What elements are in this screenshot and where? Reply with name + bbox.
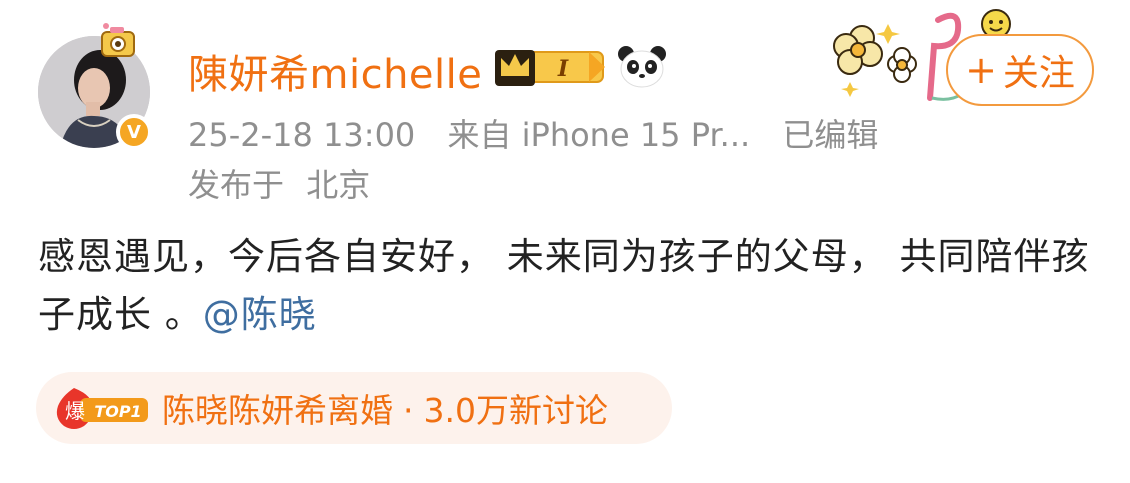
plus-icon: + (965, 48, 997, 92)
edited-label[interactable]: 已编辑 (782, 116, 878, 154)
post-source: 来自 iPhone 15 Pr... (447, 116, 751, 154)
post-content: 感恩遇见，今后各自安好， 未来同为孩子的父母， 共同陪伴孩子成长 。@陈晓 (38, 228, 1098, 344)
follow-button[interactable]: + 关注 (946, 34, 1094, 106)
username[interactable]: 陳妍希michelle (188, 42, 482, 100)
post-text: 感恩遇见，今后各自安好， 未来同为孩子的父母， 共同陪伴孩子成长 。 (38, 235, 1090, 336)
topic-text-container: 陈晓陈妍希离婚 · 3.0万新讨论 (162, 384, 608, 432)
topic-separator: · (403, 391, 414, 430)
camera-badge-icon (101, 23, 135, 57)
panda-icon (618, 46, 666, 88)
topic-title: 陈晓陈妍希离婚 (162, 391, 393, 430)
post-meta-line: 25-2-18 13:00 来自 iPhone 15 Pr... 已编辑 (188, 110, 900, 156)
post-location: 北京 (306, 166, 371, 204)
location-prefix: 发布于 (188, 166, 285, 204)
topic-count: 3.0万新讨论 (423, 391, 608, 430)
badge-level-text: I (557, 56, 569, 82)
mention-link[interactable]: @陈晓 (203, 293, 317, 336)
follow-label: 关注 (1002, 53, 1075, 94)
topic-rank: TOP1 (94, 402, 141, 421)
post-location-line: 发布于 北京 (188, 160, 382, 206)
hot-topic-chip[interactable]: 爆 TOP1 陈晓陈妍希离婚 · 3.0万新讨论 (36, 372, 672, 444)
hot-icon-char: 爆 (65, 399, 85, 423)
crown-level-badge-icon[interactable]: I (493, 40, 609, 92)
verified-badge-icon: V (116, 114, 152, 150)
hot-top-rank-icon: 爆 TOP1 (56, 388, 148, 429)
weibo-post-card: V 陳妍希michelle I + 关注 25-2-18 13:00 来自 iP… (0, 0, 1130, 483)
post-date: 25-2-18 13:00 (188, 116, 416, 154)
